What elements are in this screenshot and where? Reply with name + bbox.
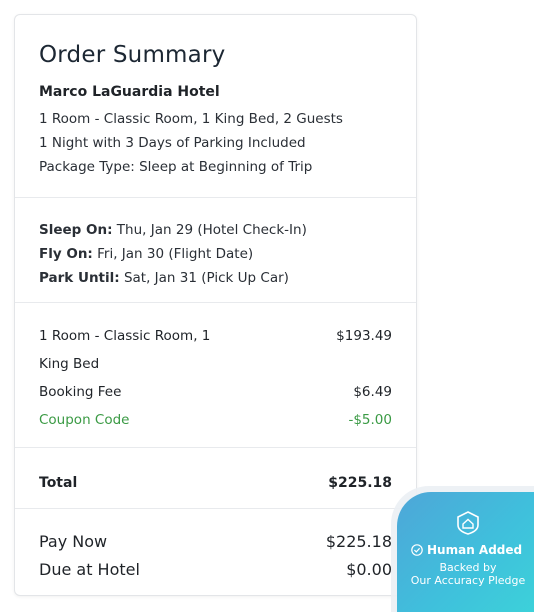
package-type: Package Type: Sleep at Beginning of Trip bbox=[39, 159, 313, 175]
charge-row: King Bed bbox=[39, 350, 392, 378]
charge-label: King Bed bbox=[39, 356, 100, 372]
due-at-hotel-row: Due at Hotel $0.00 bbox=[39, 556, 392, 584]
order-summary-card: Order Summary Marco LaGuardia Hotel 1 Ro… bbox=[14, 14, 417, 596]
check-circle-icon bbox=[411, 544, 423, 556]
hotel-name: Marco LaGuardia Hotel bbox=[39, 84, 220, 100]
fly-on-row: Fly On: Fri, Jan 30 (Flight Date) bbox=[39, 242, 392, 266]
sleep-on-row: Sleep On: Thu, Jan 29 (Hotel Check-In) bbox=[39, 218, 392, 242]
park-until-row: Park Until: Sat, Jan 31 (Pick Up Car) bbox=[39, 266, 392, 290]
coupon-row: Coupon Code -$5.00 bbox=[39, 406, 392, 434]
coupon-amount: -$5.00 bbox=[348, 412, 392, 428]
sleep-on-label: Sleep On: bbox=[39, 222, 113, 238]
pay-now-amount: $225.18 bbox=[325, 532, 392, 551]
due-at-hotel-amount: $0.00 bbox=[346, 560, 392, 579]
room-description: 1 Room - Classic Room, 1 King Bed, 2 Gue… bbox=[39, 111, 343, 127]
total-row: Total $225.18 bbox=[39, 469, 392, 497]
total-amount: $225.18 bbox=[328, 475, 392, 491]
charge-amount: $6.49 bbox=[353, 384, 392, 400]
charge-row: 1 Room - Classic Room, 1 $193.49 bbox=[39, 322, 392, 350]
total-section: Total $225.18 bbox=[15, 448, 416, 509]
charge-amount: $193.49 bbox=[336, 328, 392, 344]
order-details-section: Order Summary Marco LaGuardia Hotel 1 Ro… bbox=[15, 15, 416, 198]
fly-on-label: Fly On: bbox=[39, 246, 93, 262]
schedule-section: Sleep On: Thu, Jan 29 (Hotel Check-In) F… bbox=[15, 198, 416, 303]
shield-home-icon bbox=[457, 511, 479, 535]
fly-on-value: Fri, Jan 30 (Flight Date) bbox=[92, 246, 254, 262]
park-until-label: Park Until: bbox=[39, 270, 120, 286]
badge-heading: Human Added bbox=[427, 543, 523, 557]
charge-label: 1 Room - Classic Room, 1 bbox=[39, 328, 211, 344]
pay-now-row: Pay Now $225.18 bbox=[39, 528, 392, 556]
accuracy-pledge-badge[interactable]: Human Added Backed by Our Accuracy Pledg… bbox=[397, 492, 534, 612]
payment-section: Pay Now $225.18 Due at Hotel $0.00 bbox=[15, 509, 416, 584]
charge-label: Booking Fee bbox=[39, 384, 122, 400]
badge-subtitle: Backed by Our Accuracy Pledge bbox=[397, 561, 534, 587]
total-label: Total bbox=[39, 475, 78, 491]
badge-sub-line2: Our Accuracy Pledge bbox=[410, 574, 526, 587]
park-until-value: Sat, Jan 31 (Pick Up Car) bbox=[119, 270, 289, 286]
badge-sub-line1: Backed by bbox=[439, 561, 497, 574]
coupon-label: Coupon Code bbox=[39, 412, 130, 428]
badge-heading-row: Human Added bbox=[411, 543, 522, 557]
due-at-hotel-label: Due at Hotel bbox=[39, 560, 140, 579]
nights-description: 1 Night with 3 Days of Parking Included bbox=[39, 135, 306, 151]
page-title: Order Summary bbox=[39, 42, 226, 68]
charges-section: 1 Room - Classic Room, 1 $193.49 King Be… bbox=[15, 303, 416, 448]
charge-row: Booking Fee $6.49 bbox=[39, 378, 392, 406]
pay-now-label: Pay Now bbox=[39, 532, 108, 551]
sleep-on-value: Thu, Jan 29 (Hotel Check-In) bbox=[112, 222, 307, 238]
